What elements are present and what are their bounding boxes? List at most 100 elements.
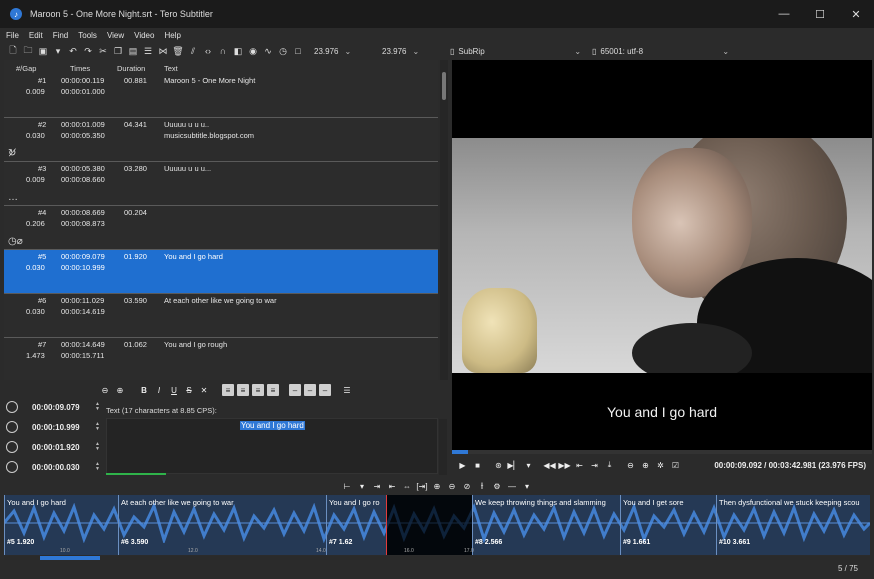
fps-select-2[interactable]: 23.976 ⌄ bbox=[382, 45, 442, 58]
menu-edit[interactable]: Edit bbox=[29, 31, 43, 40]
settings-icon[interactable]: ✲ bbox=[654, 459, 667, 472]
table-row-selected[interactable]: #5 0.030 00:00:09.079 00:00:10.999 01.92… bbox=[4, 250, 438, 294]
minus3-icon[interactable]: – bbox=[319, 384, 331, 396]
align-justify-icon[interactable]: ≡ bbox=[267, 384, 279, 396]
video-seek-bar[interactable] bbox=[452, 450, 872, 454]
duration-value[interactable]: 00:00:01.920 bbox=[32, 443, 80, 452]
prev-icon[interactable]: ⊖ bbox=[99, 384, 111, 396]
code-icon[interactable]: ‹› bbox=[201, 44, 215, 58]
spinner-icon[interactable]: ▲ ▼ bbox=[95, 442, 100, 452]
menu-find[interactable]: Find bbox=[53, 31, 69, 40]
align-right-icon[interactable]: ≡ bbox=[252, 384, 264, 396]
zoom-out-icon[interactable]: ⊖ bbox=[446, 480, 459, 493]
split-icon[interactable]: ⫽ bbox=[186, 44, 200, 58]
dropdown-icon[interactable]: ▾ bbox=[51, 44, 65, 58]
waveform-current-region[interactable] bbox=[386, 495, 472, 555]
menu-tools[interactable]: Tools bbox=[78, 31, 97, 40]
insert-icon[interactable]: ⤓ bbox=[603, 459, 616, 472]
save-icon[interactable]: ▣ bbox=[36, 44, 50, 58]
table-row[interactable]: #7 1.473 00:00:14.649 00:00:15.711 01.06… bbox=[4, 338, 438, 380]
open-file-icon[interactable]: 🗀 bbox=[21, 44, 35, 58]
back-icon[interactable]: ⊖ bbox=[624, 459, 637, 472]
clear-icon[interactable]: ✕ bbox=[198, 384, 210, 396]
header-text[interactable]: Text bbox=[164, 64, 178, 73]
bold-button[interactable]: B bbox=[138, 384, 150, 396]
ahead-icon[interactable]: ⊕ bbox=[639, 459, 652, 472]
strike-button[interactable]: S bbox=[183, 384, 195, 396]
dropdown-icon[interactable]: ▾ bbox=[521, 480, 534, 493]
snap-both-icon[interactable]: ⇔ bbox=[401, 480, 414, 493]
spinner-icon[interactable]: ▲ ▼ bbox=[95, 462, 100, 472]
new-file-icon[interactable]: 🗋 bbox=[6, 44, 20, 58]
video-player[interactable]: You and I go hard bbox=[452, 60, 872, 452]
target-icon[interactable]: ◉ bbox=[246, 44, 260, 58]
subtitle-text-editor[interactable]: You and I go hard bbox=[106, 418, 447, 475]
download-icon[interactable]: ⊛ bbox=[492, 459, 505, 472]
undo-icon[interactable]: ↶ bbox=[66, 44, 80, 58]
set-start-icon[interactable]: ⇤ bbox=[573, 459, 586, 472]
snap-end-icon[interactable]: ⇤ bbox=[386, 480, 399, 493]
paste-icon[interactable]: ▤ bbox=[126, 44, 140, 58]
copy-icon[interactable]: ❐ bbox=[111, 44, 125, 58]
end-time-field[interactable]: 00:00:10.999 ▲ ▼ bbox=[4, 418, 104, 436]
header-duration[interactable]: Duration bbox=[117, 64, 145, 73]
play-icon[interactable]: ▶ bbox=[456, 459, 469, 472]
spinner-icon[interactable]: ▲ ▼ bbox=[95, 402, 100, 412]
waveform-segment[interactable]: We keep throwing things and slamming #8 … bbox=[472, 495, 620, 555]
table-row[interactable]: #4 0.206 00:00:08.669 00:00:08.873 00.20… bbox=[4, 206, 438, 250]
redo-icon[interactable]: ↷ bbox=[81, 44, 95, 58]
minus2-icon[interactable]: – bbox=[304, 384, 316, 396]
stop-icon[interactable]: ■ bbox=[471, 459, 484, 472]
table-row[interactable]: #1 0.009 00:00:00.119 00:00:01.000 00.88… bbox=[4, 74, 438, 118]
split-icon[interactable]: ⫲ bbox=[476, 480, 489, 493]
waveform-segment[interactable]: At each other like we going to war #6 3.… bbox=[118, 495, 326, 555]
wave-icon[interactable]: ∿ bbox=[261, 44, 275, 58]
minimize-icon[interactable]: — bbox=[766, 0, 802, 28]
waveform-segment[interactable]: You and I go ro #7 1.62 bbox=[326, 495, 386, 555]
format-select[interactable]: ▯ SubRip ⌄ bbox=[450, 45, 584, 58]
contrast-icon[interactable]: ◧ bbox=[231, 44, 245, 58]
header-times[interactable]: Times bbox=[70, 64, 90, 73]
merge-icon[interactable]: ⋈ bbox=[156, 44, 170, 58]
minus1-icon[interactable]: – bbox=[289, 384, 301, 396]
waveform-segment[interactable]: Then dysfunctional we stuck keeping scou… bbox=[716, 495, 870, 555]
headphones-icon[interactable]: ∩ bbox=[216, 44, 230, 58]
align-left-icon[interactable]: ≡ bbox=[222, 384, 234, 396]
zoom-in-icon[interactable]: ⊕ bbox=[431, 480, 444, 493]
spinner-icon[interactable]: ▲ ▼ bbox=[95, 422, 100, 432]
gap-field[interactable]: 00:00:00.030 ▲ ▼ bbox=[4, 458, 104, 476]
set-end-icon[interactable]: ⇥ bbox=[588, 459, 601, 472]
cut-icon[interactable]: ✂ bbox=[96, 44, 110, 58]
fps-select-1[interactable]: 23.976 ⌄ bbox=[314, 45, 374, 58]
zoom-fit-icon[interactable]: ⊘ bbox=[461, 480, 474, 493]
dropdown-icon[interactable]: ▾ bbox=[356, 480, 369, 493]
menu-icon[interactable]: ☰ bbox=[341, 384, 353, 396]
selected-text[interactable]: You and I go hard bbox=[240, 421, 305, 430]
list-icon[interactable]: ☰ bbox=[141, 44, 155, 58]
forward-icon[interactable]: ▶▶ bbox=[558, 459, 571, 472]
menu-view[interactable]: View bbox=[107, 31, 124, 40]
gap-value[interactable]: 00:00:00.030 bbox=[32, 463, 80, 472]
rewind-icon[interactable]: ◀◀ bbox=[543, 459, 556, 472]
bracket-icon[interactable]: [⇥] bbox=[416, 480, 429, 493]
delete-icon[interactable]: 🗑 bbox=[171, 44, 185, 58]
next-icon[interactable]: ⊕ bbox=[114, 384, 126, 396]
close-icon[interactable]: ✕ bbox=[838, 0, 874, 28]
waveform-segment[interactable]: You and I get sore #9 1.661 bbox=[620, 495, 716, 555]
end-time-value[interactable]: 00:00:10.999 bbox=[32, 423, 80, 432]
timer-icon[interactable]: ◷ bbox=[276, 44, 290, 58]
snap-start-icon[interactable]: ⇥ bbox=[371, 480, 384, 493]
align-center-icon[interactable]: ≡ bbox=[237, 384, 249, 396]
scroll-thumb[interactable] bbox=[442, 72, 446, 100]
menu-file[interactable]: File bbox=[6, 31, 19, 40]
menu-video[interactable]: Video bbox=[134, 31, 154, 40]
checkbox-icon[interactable]: ☑ bbox=[669, 459, 682, 472]
audio-waveform[interactable]: You and I go hard #5 1.920 At each other… bbox=[4, 495, 870, 555]
list-scrollbar[interactable] bbox=[440, 60, 448, 380]
playhead[interactable] bbox=[386, 495, 387, 555]
dropdown-icon[interactable]: ▾ bbox=[522, 459, 535, 472]
italic-button[interactable]: I bbox=[153, 384, 165, 396]
waveform-segment[interactable]: You and I go hard #5 1.920 bbox=[4, 495, 118, 555]
start-time-value[interactable]: 00:00:09.079 bbox=[32, 403, 80, 412]
settings-icon[interactable]: ⚙ bbox=[491, 480, 504, 493]
